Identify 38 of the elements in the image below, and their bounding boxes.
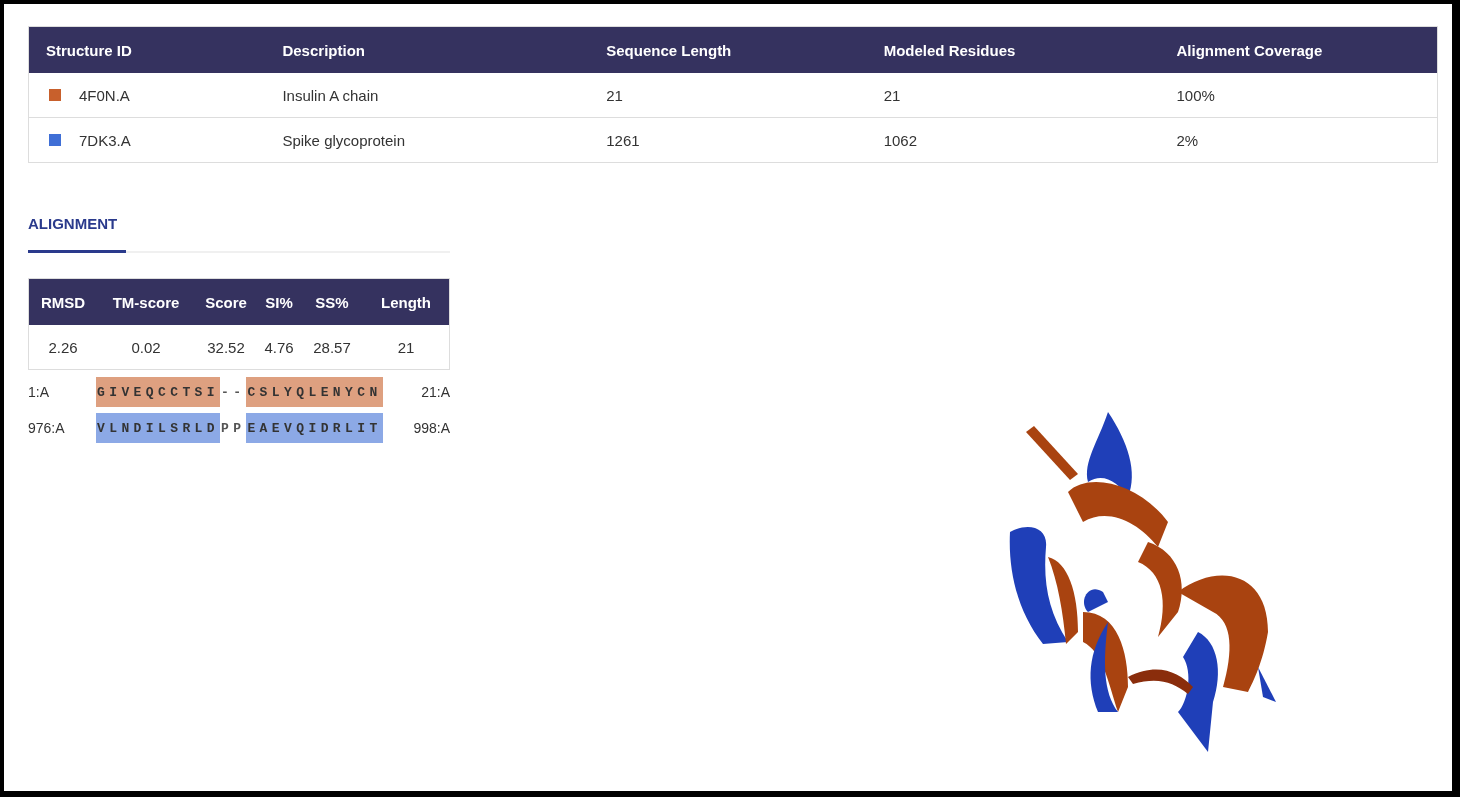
column-header: Description <box>282 41 366 59</box>
residue-label: 998:A <box>412 420 450 436</box>
table-cell-text: 2.26 <box>47 338 79 356</box>
column-header: Structure ID <box>45 41 133 59</box>
column-header: Modeled Residues <box>883 41 1017 59</box>
column-header: Length <box>380 293 432 311</box>
highlighted-sequence: CSLYQLENYCN <box>246 377 383 407</box>
table-cell-text: 0.02 <box>130 338 162 356</box>
table-cell: 4F0N.A <box>79 86 130 104</box>
column-header: TM-score <box>111 293 181 311</box>
tab[interactable]: ALIGNMENT <box>28 215 126 253</box>
table-cell-text: Insulin A chain <box>282 86 380 104</box>
table-cell-text: 1062 <box>883 131 918 149</box>
table-cell-text: 32.52 <box>206 338 246 356</box>
table-cell-text: Spike glycoprotein <box>282 131 406 149</box>
column-header: SS% <box>314 293 350 311</box>
column-header: Score <box>204 293 248 311</box>
sequence-text: PP <box>220 419 247 438</box>
table-cell-text: 100% <box>1176 86 1216 104</box>
residue-label: 21:A <box>420 384 450 400</box>
table-cell-text: 2% <box>1176 131 1200 149</box>
column-header: SI% <box>264 293 294 311</box>
residue-label: 1:A <box>28 384 50 400</box>
table-cell-text: 28.57 <box>312 338 352 356</box>
column-header: Sequence Length <box>606 41 733 59</box>
highlighted-sequence: GIVEQCCTSI <box>96 377 220 407</box>
table-cell-text: 4.76 <box>263 338 295 356</box>
column-header: Alignment Coverage <box>1176 41 1324 59</box>
sequence-text: -- <box>220 383 247 402</box>
table-cell: 7DK3.A <box>79 131 131 149</box>
residue-label: 976:A <box>28 420 66 436</box>
table-cell-text: 1261 <box>606 131 641 149</box>
highlighted-sequence: VLNDILSRLD <box>96 413 220 443</box>
column-header: RMSD <box>39 293 87 311</box>
table-cell-text: 21 <box>883 86 902 104</box>
table-cell-text: 21 <box>396 338 416 356</box>
table-cell-text: 21 <box>606 86 624 104</box>
highlighted-sequence: EAEVQIDRLIT <box>246 413 383 443</box>
